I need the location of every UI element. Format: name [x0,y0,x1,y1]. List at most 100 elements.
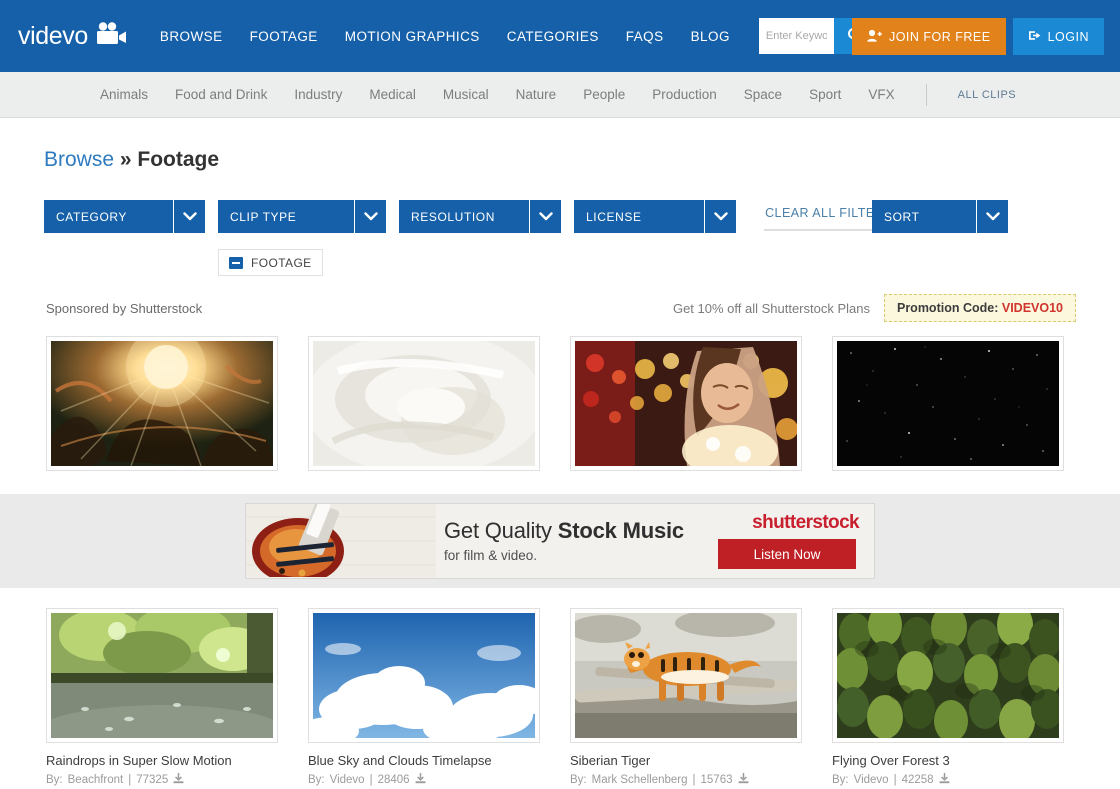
sponsored-thumbnail-row [0,322,1120,471]
promotion-code-box: Promotion Code: VIDEVO10 [883,294,1076,322]
license-filter-label: LICENSE [574,200,705,233]
category-link-sport[interactable]: Sport [809,87,841,102]
auth-buttons: JOIN FOR FREE LOGIN [851,18,1104,55]
banner-headline-light: Get Quality [444,518,558,543]
site-logo[interactable]: videvo [18,22,128,51]
result-author: Videvo [329,774,365,786]
result-id: 77325 [136,774,169,786]
video-camera-icon [94,21,128,51]
shutterstock-music-banner[interactable]: Get Quality Stock Music for film & video… [245,503,875,579]
category-link-animals[interactable]: Animals [100,87,148,102]
blue-sky-and-clouds-timelapse-image [313,613,535,738]
license-filter-dropdown[interactable]: LICENSE [574,200,736,233]
chevron-down-icon [705,200,736,233]
download-icon[interactable] [415,773,426,787]
filter-bar: CATEGORY CLIP TYPE RESOLUTION LICENSE CL… [0,172,1120,233]
category-link-people[interactable]: People [583,87,625,102]
sponsored-by-label: Sponsored by Shutterstock [46,300,203,316]
white-cream-swirl-image [313,341,535,466]
login-button[interactable]: LOGIN [1012,18,1104,55]
remove-tag-icon[interactable] [229,256,243,269]
shutterstock-logo: shutterstock [752,512,859,533]
result-item: Siberian Tiger By: Mark Schellenberg | 1… [570,608,802,787]
sponsored-thumbnail[interactable] [832,336,1064,471]
nav-item-motion-graphics[interactable]: MOTION GRAPHICS [345,29,480,44]
result-meta: By: Beachfront | 77325 [46,773,278,787]
nav-item-faqs[interactable]: FAQS [626,29,664,44]
result-meta: By: Videvo | 42258 [832,773,1064,787]
search-input[interactable] [758,18,834,54]
result-author-prefix: By: [832,774,849,786]
nav-item-browse[interactable]: BROWSE [160,29,223,44]
banner-headline-bold: Stock Music [557,518,684,543]
category-link-space[interactable]: Space [744,87,782,102]
download-icon[interactable] [939,773,950,787]
result-author: Mark Schellenberg [591,774,688,786]
category-link-industry[interactable]: Industry [294,87,342,102]
category-bar-divider [925,83,927,106]
result-title[interactable]: Flying Over Forest 3 [832,753,1064,768]
breadcrumb-link-browse[interactable]: Browse [44,148,114,171]
category-link-nature[interactable]: Nature [516,87,557,102]
download-icon[interactable] [738,773,749,787]
banner-headline: Get Quality Stock Music [444,518,684,544]
download-icon[interactable] [173,773,184,787]
sort-dropdown[interactable]: SORT [872,200,1008,233]
category-link-vfx[interactable]: VFX [868,87,894,102]
result-thumbnail[interactable] [570,608,802,743]
user-plus-icon [867,29,882,45]
sponsored-thumbnail[interactable] [570,336,802,471]
breadcrumb-current: Footage [137,148,220,171]
search-results-row: Raindrops in Super Slow Motion By: Beach… [0,588,1120,787]
result-id: 28406 [377,774,410,786]
result-id: 15763 [700,774,733,786]
category-link-medical[interactable]: Medical [369,87,416,102]
category-link-production[interactable]: Production [652,87,717,102]
resolution-filter-dropdown[interactable]: RESOLUTION [399,200,561,233]
category-filter-dropdown[interactable]: CATEGORY [44,200,205,233]
join-for-free-label: JOIN FOR FREE [888,29,991,44]
banner-subheadline: for film & video. [444,548,538,563]
active-tag-footage[interactable]: FOOTAGE [218,249,323,276]
result-title[interactable]: Siberian Tiger [570,753,802,768]
listen-now-button[interactable]: Listen Now [718,539,856,569]
promotion-code-prefix: Promotion Code: [896,301,999,315]
category-link-food-and-drink[interactable]: Food and Drink [175,87,267,102]
chevron-down-icon [355,200,386,233]
all-clips-link[interactable]: ALL CLIPS [958,89,1017,101]
result-thumbnail[interactable] [832,608,1064,743]
woman-with-lights-bokeh-image [575,341,797,466]
chevron-down-icon [174,200,205,233]
result-thumbnail[interactable] [308,608,540,743]
result-author: Beachfront [67,774,124,786]
nav-item-footage[interactable]: FOOTAGE [250,29,318,44]
dark-particles-night-sky-image [837,341,1059,466]
sponsor-row: Sponsored by Shutterstock Get 10% off al… [0,276,1120,322]
category-link-musical[interactable]: Musical [443,87,489,102]
nav-item-blog[interactable]: BLOG [691,29,730,44]
result-id: 42258 [901,774,934,786]
advertisement-strip: Feedback [0,494,1120,588]
clip-type-filter-dropdown[interactable]: CLIP TYPE [218,200,386,233]
main-menu: BROWSE FOOTAGE MOTION GRAPHICS CATEGORIE… [160,29,730,44]
join-for-free-button[interactable]: JOIN FOR FREE [851,18,1006,55]
result-title[interactable]: Raindrops in Super Slow Motion [46,753,278,768]
logo-text: videvo [18,21,88,50]
sponsored-thumbnail[interactable] [46,336,278,471]
active-tag-label: FOOTAGE [251,255,312,270]
raindrops-in-super-slow-motion-image [51,613,273,738]
sponsor-offer-text: Get 10% off all Shutterstock Plans [672,300,870,316]
result-author: Videvo [853,774,889,786]
clip-type-filter-label: CLIP TYPE [218,200,355,233]
login-label: LOGIN [1047,29,1089,44]
promotion-code-value: VIDEVO10 [1001,301,1063,315]
chevron-down-icon [530,200,561,233]
sign-in-icon [1028,29,1042,45]
result-meta-separator: | [369,774,373,786]
result-meta-separator: | [128,774,132,786]
flying-over-forest-3-image [837,613,1059,738]
result-title[interactable]: Blue Sky and Clouds Timelapse [308,753,540,768]
result-thumbnail[interactable] [46,608,278,743]
nav-item-categories[interactable]: CATEGORIES [507,29,599,44]
sponsored-thumbnail[interactable] [308,336,540,471]
